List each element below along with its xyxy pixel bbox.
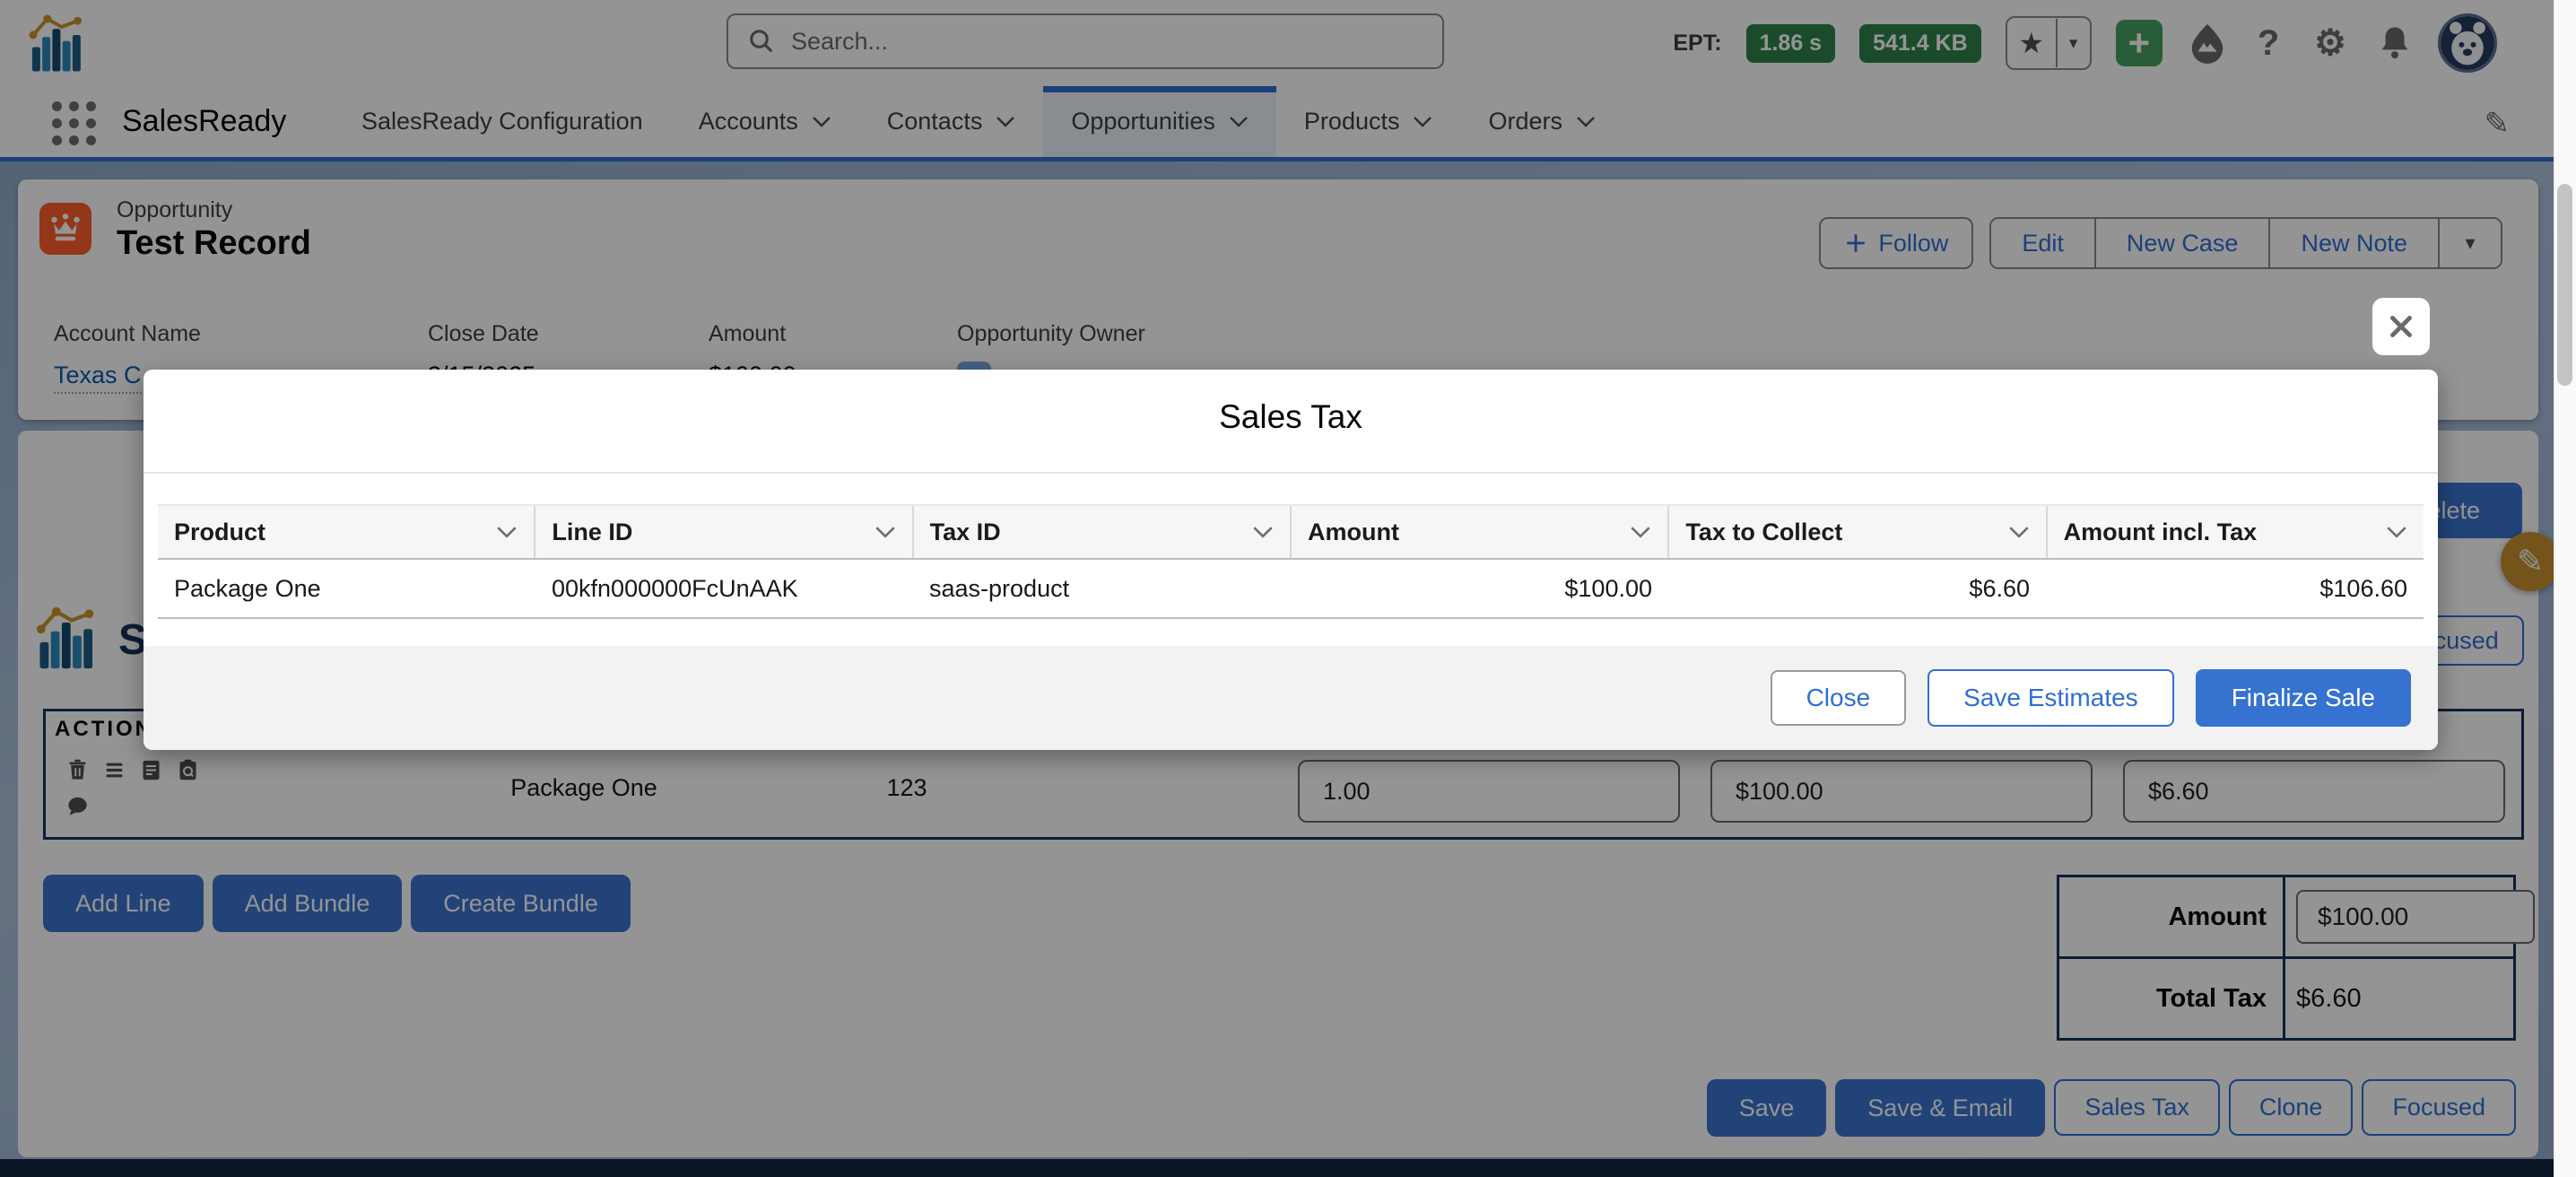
cell-product: Package One — [158, 560, 535, 617]
col-header-line-id[interactable]: Line ID — [535, 506, 913, 558]
col-header-product[interactable]: Product — [158, 506, 535, 558]
modal-footer: Close Save Estimates Finalize Sale — [144, 646, 2438, 750]
cell-amount: $100.00 — [1291, 560, 1668, 617]
cell-tax-id: saas-product — [913, 560, 1291, 617]
col-header-amount[interactable]: Amount — [1292, 506, 1669, 558]
modal-divider — [144, 472, 2438, 474]
close-button[interactable]: Close — [1771, 670, 1907, 726]
chevron-down-icon — [875, 526, 896, 538]
vertical-scrollbar[interactable] — [2554, 0, 2576, 1177]
col-header-tax-to-collect[interactable]: Tax to Collect — [1669, 506, 2047, 558]
col-header-tax-id[interactable]: Tax ID — [914, 506, 1292, 558]
chevron-down-icon — [2386, 526, 2407, 538]
cell-line-id: 00kfn000000FcUnAAK — [535, 560, 913, 617]
sales-tax-modal: Sales Tax Product Line ID Tax ID Amount … — [144, 370, 2438, 750]
cell-tax-to-collect: $6.60 — [1668, 560, 2046, 617]
chevron-down-icon — [2008, 526, 2030, 538]
save-estimates-button[interactable]: Save Estimates — [1928, 669, 2174, 727]
chevron-down-icon — [496, 526, 518, 538]
cell-amount-incl-tax: $106.60 — [2046, 560, 2424, 617]
modal-title: Sales Tax — [144, 370, 2438, 436]
chevron-down-icon — [1630, 526, 1651, 538]
scrollbar-thumb[interactable] — [2557, 184, 2572, 386]
table-row: Package One 00kfn000000FcUnAAK saas-prod… — [158, 560, 2424, 619]
finalize-sale-button[interactable]: Finalize Sale — [2196, 669, 2411, 727]
sales-tax-table: Product Line ID Tax ID Amount Tax to Col… — [158, 504, 2424, 619]
col-header-amount-incl-tax[interactable]: Amount incl. Tax — [2048, 506, 2424, 558]
chevron-down-icon — [1252, 526, 1274, 538]
table-header-row: Product Line ID Tax ID Amount Tax to Col… — [158, 504, 2424, 560]
app-screen: EPT: 1.86 s 541.4 KB ★ ▾ + ? ⚙ SalesRead… — [0, 0, 2576, 1177]
modal-close-icon[interactable] — [2372, 298, 2430, 355]
